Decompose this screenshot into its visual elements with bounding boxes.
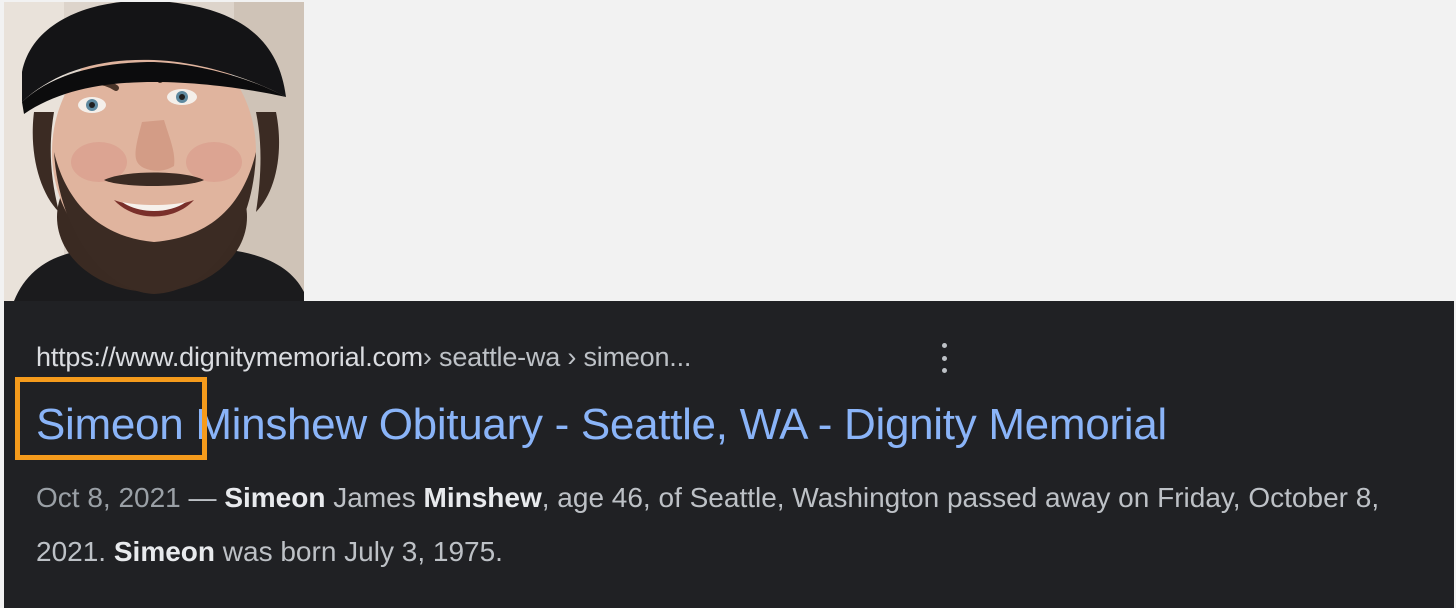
- profile-photo: [4, 2, 304, 301]
- result-title-highlighted-word[interactable]: Simeon: [36, 400, 184, 449]
- snippet-surname-bold: Minshew: [423, 482, 542, 513]
- more-vert-icon[interactable]: [934, 343, 954, 373]
- snippet-name-bold: Simeon: [113, 536, 215, 567]
- result-url-breadcrumb[interactable]: › seattle-wa › simeon...: [423, 342, 691, 373]
- profile-photo-illustration: [4, 2, 304, 301]
- snippet-dash: —: [180, 482, 225, 513]
- search-result-card: https://www.dignitymemorial.com › seattl…: [4, 301, 1454, 608]
- snippet-text: James: [325, 482, 424, 513]
- result-title-link[interactable]: Simeon Minshew Obituary - Seattle, WA - …: [36, 400, 1167, 450]
- more-vert-dot: [941, 343, 947, 348]
- page: https://www.dignitymemorial.com › seattl…: [0, 0, 1456, 608]
- more-vert-dot: [941, 368, 947, 373]
- more-vert-dot: [941, 355, 947, 361]
- result-snippet: Oct 8, 2021 — Simeon James Minshew, age …: [36, 471, 1416, 579]
- result-title-rest[interactable]: Minshew Obituary - Seattle, WA - Dignity…: [183, 400, 1167, 449]
- snippet-text: was born July 3, 1975.: [215, 536, 503, 567]
- result-url[interactable]: https://www.dignitymemorial.com › seattl…: [36, 339, 691, 375]
- result-url-domain[interactable]: https://www.dignitymemorial.com: [36, 342, 423, 373]
- result-date: Oct 8, 2021: [36, 482, 181, 513]
- snippet-name-bold: Simeon: [224, 482, 326, 513]
- result-title[interactable]: Simeon Minshew Obituary - Seattle, WA - …: [36, 397, 1167, 453]
